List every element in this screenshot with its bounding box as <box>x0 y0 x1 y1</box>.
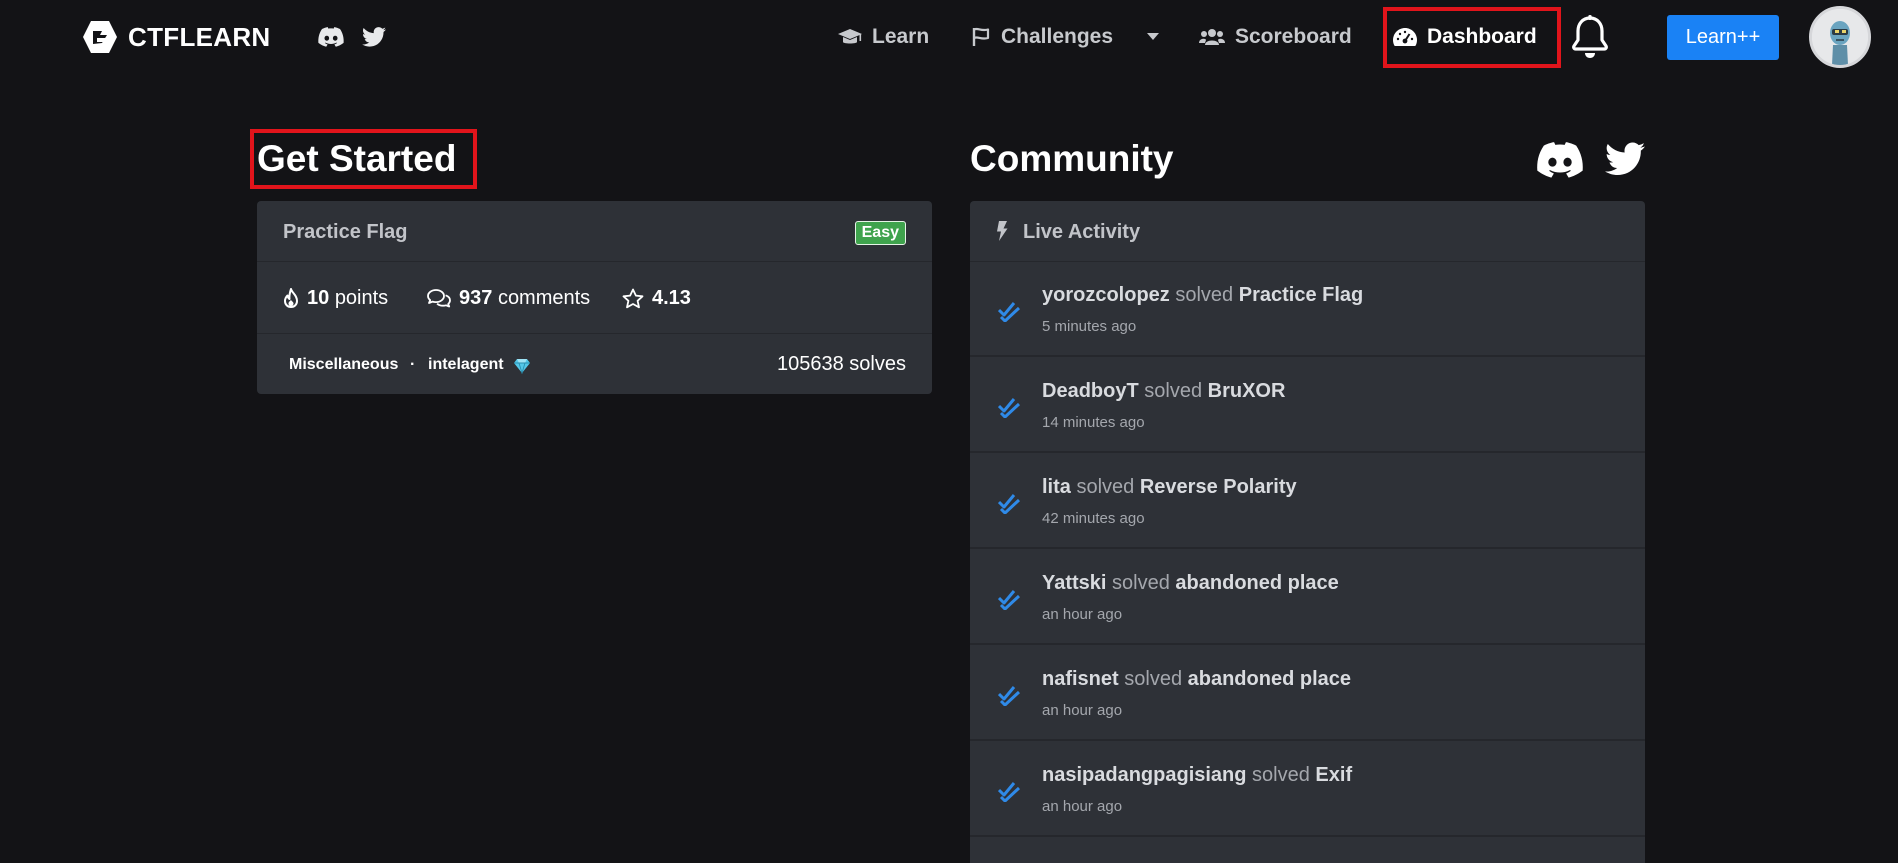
rating-stat: 4.13 <box>622 262 691 334</box>
flag-icon <box>972 27 990 46</box>
activity-user[interactable]: nasipadangpagisiang <box>1042 764 1246 786</box>
activity-verb: solved <box>1076 476 1135 498</box>
caret-down-icon[interactable] <box>1147 33 1159 41</box>
activity-time: an hour ago <box>1042 606 1123 623</box>
challenge-card-footer: Miscellaneous · intelagent 105638 solves <box>257 334 932 394</box>
comments-label: comments <box>497 286 591 309</box>
solves-count: 105638 solves <box>777 353 906 375</box>
challenge-name[interactable]: Practice Flag <box>283 221 408 244</box>
star-icon <box>622 288 644 308</box>
challenge-card-stats: 10 points 937 comments 4.13 <box>257 262 932 334</box>
brand-link[interactable]: CTFLEARN <box>82 20 271 54</box>
nav-scoreboard-label: Scoreboard <box>1235 25 1352 48</box>
double-check-icon <box>998 398 1020 418</box>
challenge-card[interactable]: Practice Flag Easy 10 points 937 comment… <box>257 201 932 394</box>
activity-user[interactable]: yorozcolopez <box>1042 284 1170 306</box>
activity-time: 14 minutes ago <box>1042 414 1145 431</box>
comments-icon <box>427 289 451 308</box>
twitter-link[interactable] <box>362 24 386 50</box>
activity-verb: solved <box>1144 380 1203 402</box>
activity-challenge[interactable]: abandoned place <box>1175 572 1338 594</box>
activity-item: yorozcolopez solved Practice Flag 5 minu… <box>970 262 1645 357</box>
ctflearn-logo-icon <box>83 21 117 53</box>
activity-verb: solved <box>1112 572 1170 594</box>
points-stat: 10 points <box>283 262 388 334</box>
nav-learn-label: Learn <box>872 25 930 48</box>
users-icon <box>1199 29 1225 45</box>
gem-icon <box>514 359 530 374</box>
avatar-image <box>1812 9 1868 65</box>
activity-time: 5 minutes ago <box>1042 318 1137 335</box>
activity-user[interactable]: lita <box>1042 476 1071 498</box>
double-check-icon <box>998 302 1020 322</box>
rating-value: 4.13 <box>652 286 691 309</box>
activity-challenge[interactable]: Practice Flag <box>1239 284 1364 306</box>
live-activity-header: Live Activity <box>970 201 1645 262</box>
activity-time: an hour ago <box>1042 798 1123 815</box>
activity-item: nafisnet solved abandoned place an hour … <box>970 646 1645 741</box>
get-started-title: Get Started <box>257 138 457 179</box>
discord-icon <box>1537 142 1583 178</box>
nav-challenges[interactable]: Challenges <box>971 22 1113 52</box>
activity-verb: solved <box>1124 668 1183 690</box>
nav-dashboard-label: Dashboard <box>1427 25 1537 48</box>
activity-item: Yattski solved abandoned place an hour a… <box>970 550 1645 645</box>
live-activity-label: Live Activity <box>1023 221 1141 243</box>
author-link[interactable]: intelagent <box>428 356 504 374</box>
top-navbar: CTFLEARN Learn Challenges Scoreboard Das… <box>0 0 1898 74</box>
points-label: points <box>334 286 389 309</box>
bell-icon[interactable] <box>1570 15 1610 59</box>
comments-value: 937 <box>459 286 493 309</box>
activity-user[interactable]: DeadboyT <box>1042 380 1139 402</box>
category-link[interactable]: Miscellaneous <box>289 356 398 374</box>
fire-icon <box>284 288 298 308</box>
activity-time: an hour ago <box>1042 702 1123 719</box>
twitter-icon <box>1605 142 1645 175</box>
double-check-icon <box>998 590 1020 610</box>
double-check-icon <box>998 686 1020 706</box>
community-title: Community <box>970 138 1174 179</box>
graduation-cap-icon <box>838 29 862 44</box>
nav-dashboard[interactable]: Dashboard <box>1393 22 1537 52</box>
nav-scoreboard[interactable]: Scoreboard <box>1199 22 1352 52</box>
tachometer-icon <box>1393 28 1417 46</box>
activity-user[interactable]: Yattski <box>1042 572 1106 594</box>
nav-challenges-label: Challenges <box>1001 25 1114 48</box>
discord-link[interactable] <box>318 24 344 50</box>
activity-challenge[interactable]: Exif <box>1315 764 1352 786</box>
activity-list: yorozcolopez solved Practice Flag 5 minu… <box>970 262 1645 863</box>
comments-stat[interactable]: 937 comments <box>427 262 590 334</box>
learn-plus-button[interactable]: Learn++ <box>1667 15 1779 60</box>
live-activity-card: Live Activity yorozcolopez solved Practi… <box>970 201 1645 863</box>
nav-learn[interactable]: Learn <box>838 22 929 52</box>
activity-verb: solved <box>1252 764 1310 786</box>
community-discord-link[interactable] <box>1536 142 1584 183</box>
activity-time: 42 minutes ago <box>1042 510 1145 527</box>
activity-item: nasipadangpagisiang solved Exif an hour … <box>970 742 1645 837</box>
meta-separator: · <box>410 356 416 373</box>
activity-verb: solved <box>1175 284 1234 306</box>
activity-challenge[interactable]: Reverse Polarity <box>1140 476 1297 498</box>
challenge-card-header: Practice Flag Easy <box>257 201 932 262</box>
activity-user[interactable]: nafisnet <box>1042 668 1119 690</box>
avatar[interactable] <box>1809 6 1871 68</box>
activity-challenge[interactable]: abandoned place <box>1188 668 1351 690</box>
activity-item: DeadboyT solved BruXOR 14 minutes ago <box>970 358 1645 453</box>
discord-icon <box>318 27 344 47</box>
double-check-icon <box>998 782 1020 802</box>
brand-name: CTFLEARN <box>128 21 271 52</box>
bolt-icon <box>997 221 1008 241</box>
points-value: 10 <box>307 286 330 309</box>
community-twitter-link[interactable] <box>1605 142 1645 181</box>
double-check-icon <box>998 494 1020 514</box>
difficulty-badge: Easy <box>854 221 906 245</box>
activity-challenge[interactable]: BruXOR <box>1208 380 1286 402</box>
activity-item: lita solved Reverse Polarity 42 minutes … <box>970 454 1645 549</box>
twitter-icon <box>362 27 386 47</box>
